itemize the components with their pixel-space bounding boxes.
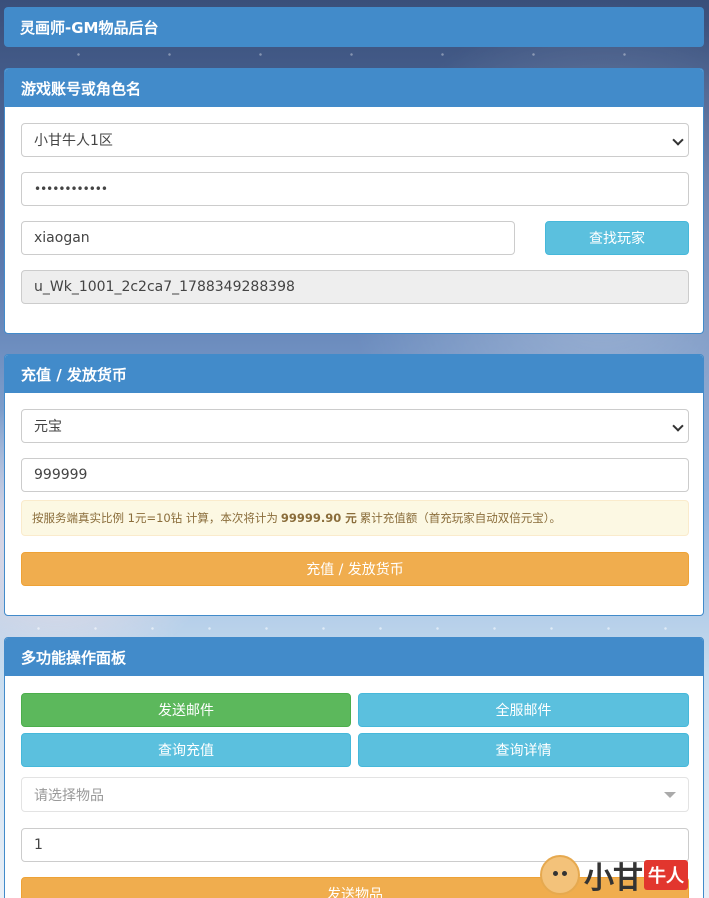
query-detail-label: 查询详情 (495, 743, 552, 759)
watermark-main-text: 小甘 (584, 861, 643, 896)
watermark-logo: 小甘 牛人 (540, 852, 709, 898)
send-mail-label: 发送邮件 (158, 703, 214, 719)
username-value: xiaogan (34, 230, 90, 246)
notice-suffix: 累计充值额（首充玩家自动双倍元宝）。 (359, 511, 562, 525)
recharge-panel-title: 充值 / 发放货币 (21, 365, 127, 384)
account-panel-title: 游戏账号或角色名 (21, 79, 142, 98)
server-select-value: 小甘牛人1区 (34, 133, 113, 149)
password-input[interactable]: •••••••••••• (21, 172, 689, 206)
account-panel-header: 游戏账号或角色名 (5, 69, 703, 107)
quantity-value: 1 (34, 837, 43, 853)
currency-select-value: 元宝 (34, 419, 62, 435)
query-recharge-label: 查询充值 (158, 743, 214, 759)
send-mail-button[interactable]: 发送邮件 (21, 693, 351, 727)
username-input[interactable]: xiaogan (21, 221, 515, 255)
find-player-button[interactable]: 查找玩家 (545, 221, 689, 255)
player-id-field[interactable]: u_Wk_1001_2c2ca7_1788349288398 (21, 270, 689, 304)
recharge-panel: 充值 / 发放货币 元宝 999999 按服务端真实比例 1元=10钻 计算，本… (4, 354, 704, 616)
server-mail-label: 全服邮件 (495, 703, 552, 719)
amount-input[interactable]: 999999 (21, 458, 689, 492)
notice-prefix: 按服务端真实比例 1元=10钻 计算，本次将计为 (32, 511, 278, 525)
app-title-bar: 灵画师-GM物品后台 (4, 7, 704, 47)
app-title: 灵画师-GM物品后台 (20, 18, 159, 37)
amount-value: 999999 (34, 467, 88, 483)
multi-panel-header: 多功能操作面板 (5, 638, 703, 676)
send-item-label: 发送物品 (327, 887, 383, 898)
account-panel: 游戏账号或角色名 小甘牛人1区 •••••••••••• xiaogan 查找玩… (4, 68, 704, 334)
item-select[interactable]: 请选择物品 (21, 777, 689, 812)
find-player-label: 查找玩家 (589, 231, 645, 247)
chevron-down-icon (664, 792, 676, 798)
query-recharge-button[interactable]: 查询充值 (21, 733, 351, 767)
recharge-submit-button[interactable]: 充值 / 发放货币 (21, 552, 689, 586)
multi-panel-title: 多功能操作面板 (21, 648, 127, 667)
player-id-value: u_Wk_1001_2c2ca7_1788349288398 (34, 279, 295, 295)
watermark-badge-text: 牛人 (644, 860, 688, 890)
item-select-placeholder: 请选择物品 (34, 787, 104, 804)
server-select[interactable]: 小甘牛人1区 (21, 123, 689, 157)
recharge-panel-header: 充值 / 发放货币 (5, 355, 703, 393)
recharge-notice: 按服务端真实比例 1元=10钻 计算，本次将计为 99999.90 元 累计充值… (21, 500, 689, 536)
mascot-icon (540, 855, 580, 895)
query-detail-button[interactable]: 查询详情 (358, 733, 689, 767)
password-value: •••••••••••• (34, 182, 108, 196)
server-mail-button[interactable]: 全服邮件 (358, 693, 689, 727)
notice-amount: 99999.90 元 (280, 511, 357, 525)
recharge-submit-label: 充值 / 发放货币 (306, 562, 404, 578)
currency-select[interactable]: 元宝 (21, 409, 689, 443)
